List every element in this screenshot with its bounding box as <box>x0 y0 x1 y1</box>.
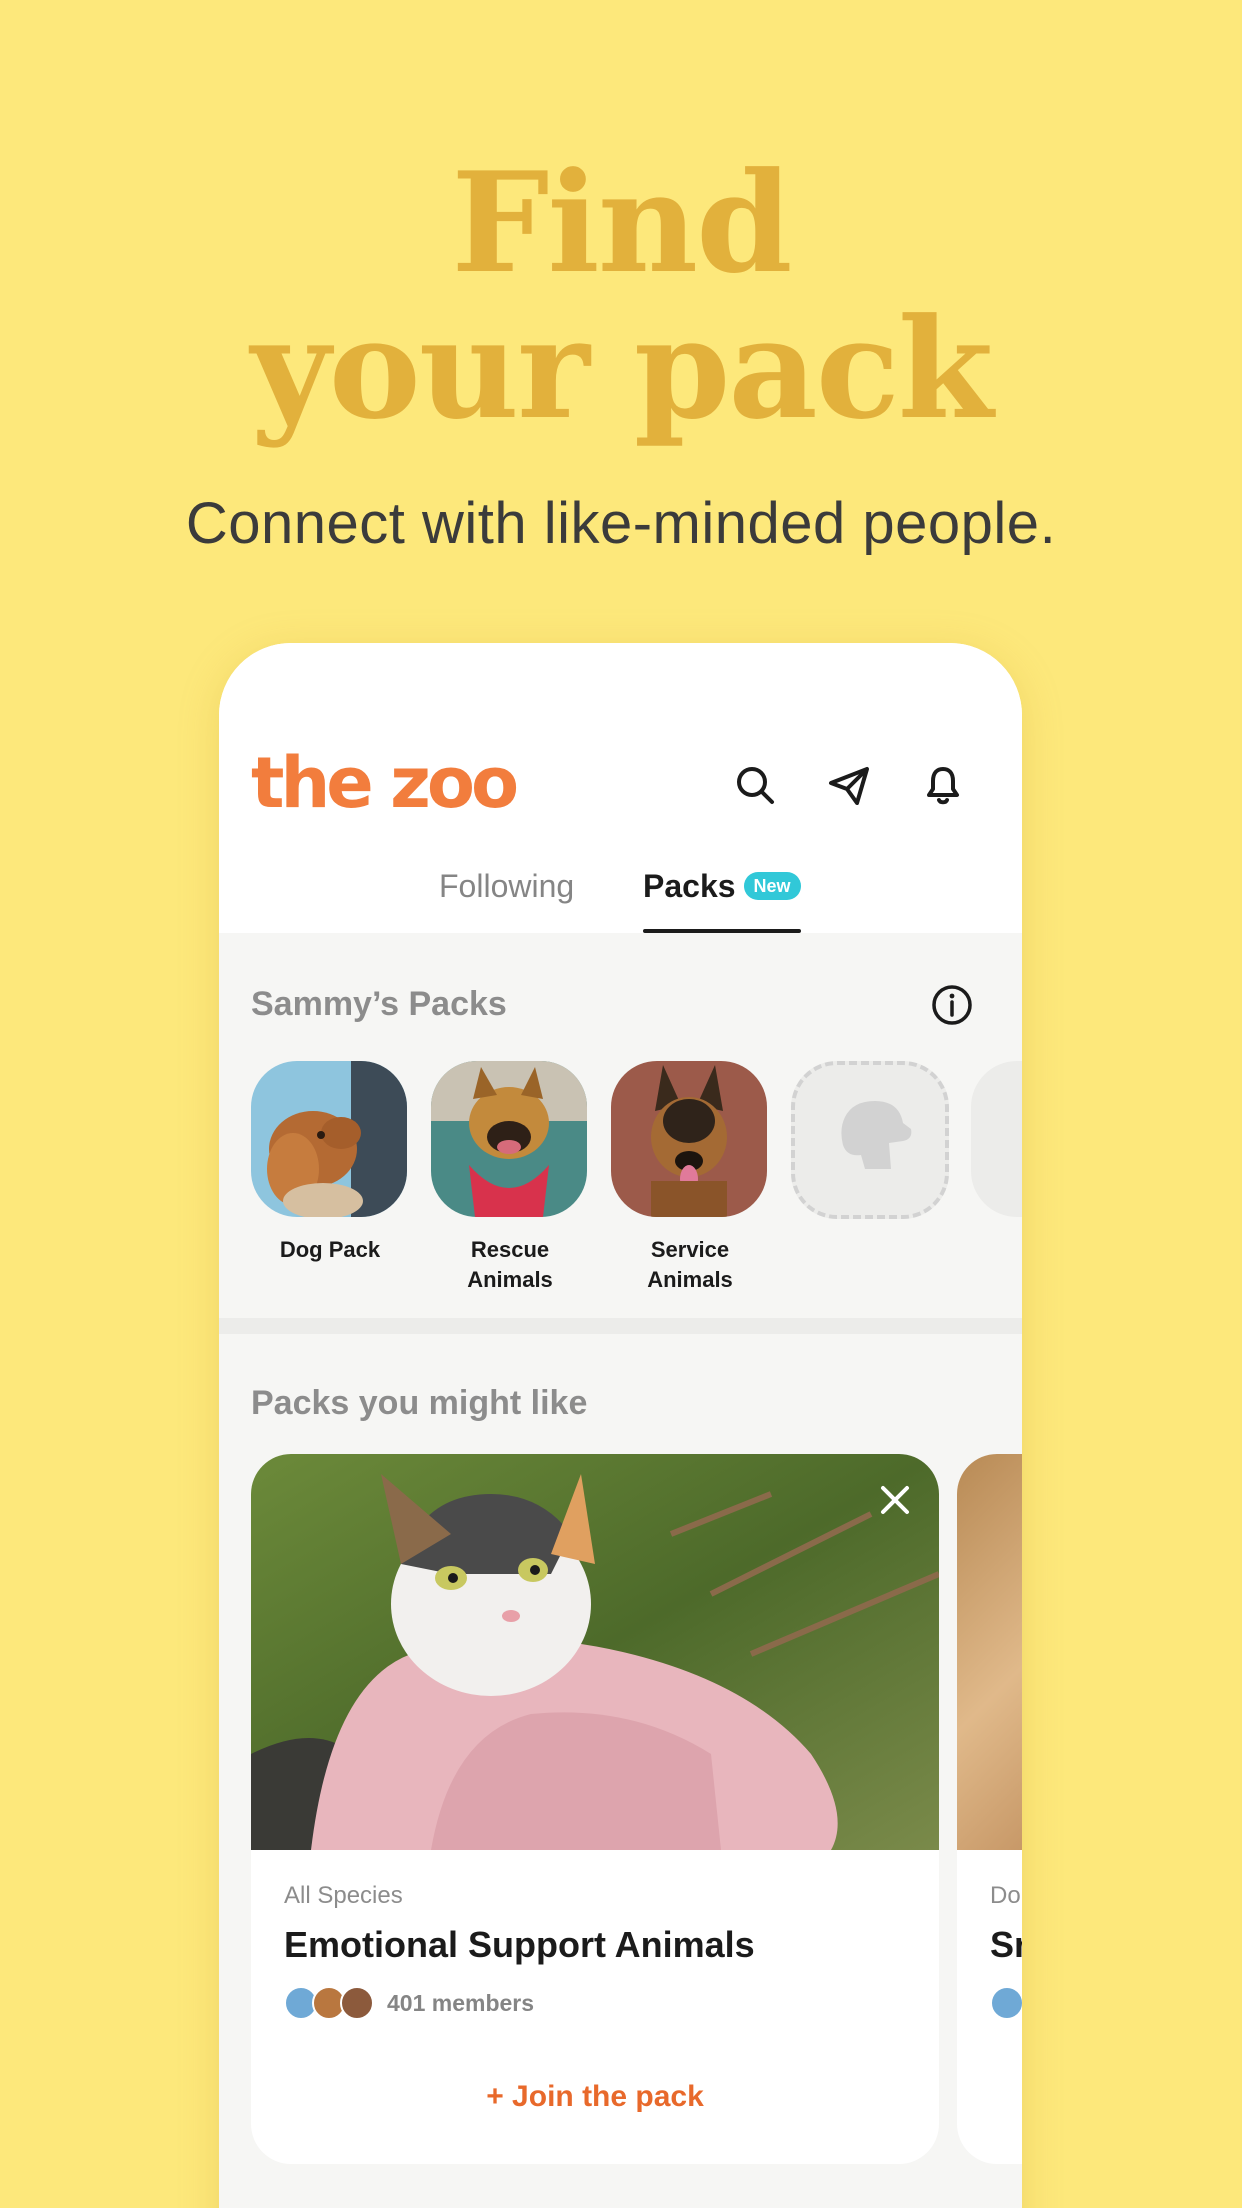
my-packs-title: Sammy’s Packs <box>251 985 507 1023</box>
paper-plane-icon[interactable] <box>825 761 873 809</box>
pack-item-rescue-animals[interactable]: Rescue Animals <box>431 1061 589 1295</box>
feed-tabs: Following Packs New <box>219 858 1022 933</box>
join-pack-button[interactable]: + Join the pack <box>251 2080 939 2114</box>
app-logo: the zoo <box>251 742 519 824</box>
pack-card-title: Emotional Support Animals <box>284 1924 755 1965</box>
pack-label: Dog Pack <box>279 1237 381 1262</box>
service-animals-photo <box>611 1061 767 1217</box>
pack-card-photo <box>957 1454 1022 1850</box>
animal-silhouette-icon <box>841 1101 912 1169</box>
tab-packs[interactable]: Packs New <box>643 858 801 933</box>
pack-card-species: All Species <box>284 1882 403 1909</box>
pack-card[interactable]: All Species Emotional Support Animals 40… <box>251 1454 939 2164</box>
tab-packs-label: Packs <box>643 868 736 904</box>
app-header: the zoo Following Packs New <box>219 643 1022 933</box>
new-badge: New <box>743 871 801 900</box>
pack-label: Service Animals <box>647 1237 733 1292</box>
phone-mockup: the zoo Following Packs New Sammy’s Packs <box>219 643 1022 2208</box>
section-divider <box>219 1318 1022 1334</box>
hero-title-line1: Find <box>451 141 792 304</box>
member-count: 401 members <box>387 1990 535 2016</box>
tab-following[interactable]: Following <box>439 858 574 933</box>
suggested-packs-section: Packs you might like All Species Emotion… <box>219 1334 1022 2208</box>
pack-item-service-animals[interactable]: Service Animals <box>611 1061 769 1295</box>
pack-card-peek[interactable]: Do Sn <box>957 1454 1022 2164</box>
hero-title: Find your pack <box>0 150 1242 442</box>
pack-card-photo <box>251 1454 939 1850</box>
pack-item-dog-pack[interactable]: Dog Pack <box>251 1061 409 1265</box>
close-icon[interactable] <box>873 1478 917 1522</box>
pack-label: Rescue Animals <box>467 1237 553 1292</box>
hero-subtitle: Connect with like-minded people. <box>185 491 1057 556</box>
my-packs-section: Sammy’s Packs Dog Pack Rescue Animals Se… <box>219 933 1022 1318</box>
avatar <box>340 1986 374 2020</box>
pack-card-title: Sn <box>990 1924 1022 1965</box>
hero-title-line2: your pack <box>250 287 994 450</box>
info-icon[interactable] <box>930 983 974 1027</box>
bell-icon[interactable] <box>919 761 967 809</box>
rescue-animals-photo <box>431 1061 587 1217</box>
add-pack-placeholder[interactable] <box>791 1061 949 1219</box>
search-icon[interactable] <box>731 761 779 809</box>
suggested-packs-title: Packs you might like <box>251 1384 588 1422</box>
pack-item-peek <box>971 1061 1022 1217</box>
dog-pack-photo <box>251 1061 407 1217</box>
member-avatars <box>284 1986 384 2022</box>
pack-card-species: Do <box>990 1882 1021 1909</box>
avatar <box>990 1986 1022 2020</box>
